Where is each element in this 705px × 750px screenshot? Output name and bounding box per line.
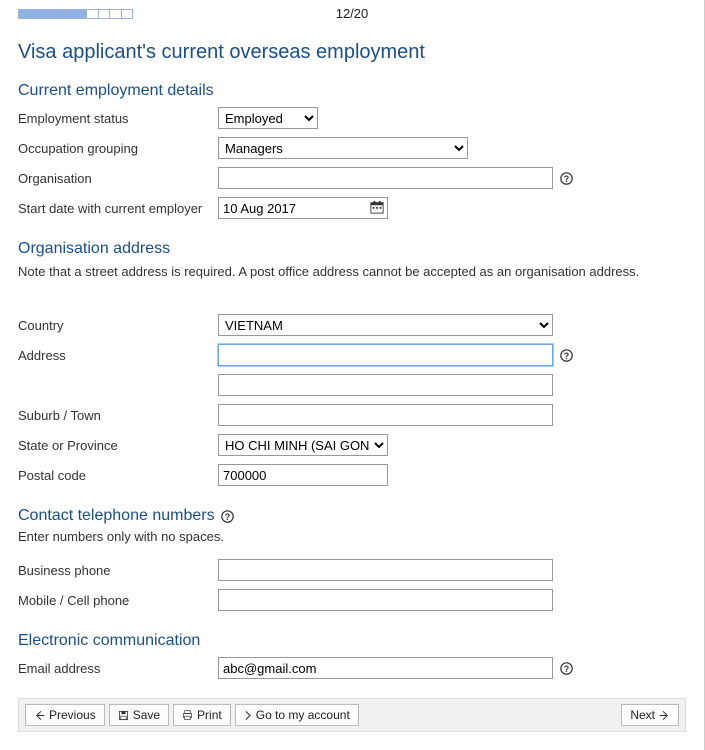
mobile-phone-label: Mobile / Cell phone xyxy=(18,593,218,608)
save-button[interactable]: Save xyxy=(109,704,169,726)
address-line2-input[interactable] xyxy=(218,374,553,396)
step-indicator: 12/20 xyxy=(133,6,571,21)
help-icon[interactable]: ? xyxy=(559,661,573,675)
occupation-grouping-label: Occupation grouping xyxy=(18,141,218,156)
employment-status-select[interactable]: Employed xyxy=(218,107,318,129)
section-email-title: Electronic communication xyxy=(18,632,686,650)
page-title: Visa applicant's current overseas employ… xyxy=(18,41,686,64)
help-icon[interactable]: ? xyxy=(221,509,235,523)
help-icon[interactable]: ? xyxy=(559,171,573,185)
go-to-account-button[interactable]: Go to my account xyxy=(235,704,359,726)
svg-text:?: ? xyxy=(563,173,568,183)
help-icon[interactable]: ? xyxy=(559,348,573,362)
address-label: Address xyxy=(18,348,218,363)
postal-input[interactable] xyxy=(218,464,388,486)
organisation-label: Organisation xyxy=(18,171,218,186)
start-date-input[interactable] xyxy=(218,197,388,219)
organisation-input[interactable] xyxy=(218,167,553,189)
svg-text:?: ? xyxy=(563,663,568,673)
address-line1-input[interactable] xyxy=(218,344,553,366)
next-button[interactable]: Next xyxy=(621,704,679,726)
progress-row: 12/20 xyxy=(18,0,686,21)
section-phone-title: Contact telephone numbers xyxy=(18,507,215,525)
country-label: Country xyxy=(18,318,218,333)
email-label: Email address xyxy=(18,661,218,676)
employment-status-label: Employment status xyxy=(18,111,218,126)
business-phone-input[interactable] xyxy=(218,559,553,581)
business-phone-label: Business phone xyxy=(18,563,218,578)
save-icon xyxy=(118,710,129,721)
suburb-label: Suburb / Town xyxy=(18,408,218,423)
previous-button[interactable]: Previous xyxy=(25,704,105,726)
arrow-right-icon xyxy=(659,710,670,721)
button-bar: Previous Save Print Go to my account Nex… xyxy=(18,698,686,732)
mobile-phone-input[interactable] xyxy=(218,589,553,611)
start-date-label: Start date with current employer xyxy=(18,201,218,216)
svg-text:?: ? xyxy=(225,511,230,521)
email-input[interactable] xyxy=(218,657,553,679)
country-select[interactable]: VIETNAM xyxy=(218,314,553,336)
phone-note: Enter numbers only with no spaces. xyxy=(18,529,686,544)
arrow-left-icon xyxy=(34,710,45,721)
section-employment-title: Current employment details xyxy=(18,82,686,100)
state-label: State or Province xyxy=(18,438,218,453)
suburb-input[interactable] xyxy=(218,404,553,426)
chevron-right-icon xyxy=(244,710,252,721)
state-select[interactable]: HO CHI MINH (SAI GON) xyxy=(218,434,388,456)
section-address-title: Organisation address xyxy=(18,240,686,258)
print-button[interactable]: Print xyxy=(173,704,231,726)
address-note: Note that a street address is required. … xyxy=(18,264,686,279)
progress-bar xyxy=(18,9,133,19)
postal-label: Postal code xyxy=(18,468,218,483)
print-icon xyxy=(182,710,193,721)
svg-text:?: ? xyxy=(563,350,568,360)
occupation-grouping-select[interactable]: Managers xyxy=(218,137,468,159)
